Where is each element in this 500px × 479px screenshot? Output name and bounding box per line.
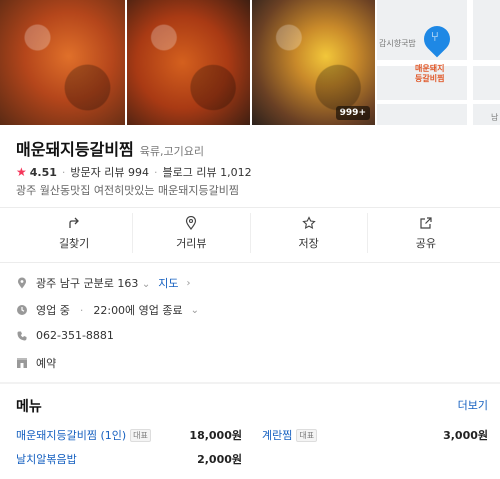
open-status: 영업 중 — [36, 304, 70, 317]
reservation-text: 예약 — [36, 357, 57, 370]
menu-item-price: 3,000원 — [443, 429, 488, 442]
menu-title: 메뉴 — [16, 399, 42, 415]
chevron-down-icon: ⌄ — [190, 304, 200, 316]
phone-row[interactable]: 062-351-8881 — [16, 329, 114, 342]
separator: · — [61, 165, 66, 179]
menu-item[interactable]: 계란찜 대표 — [262, 427, 318, 443]
phone-icon — [17, 331, 27, 340]
street-view-button[interactable]: 거리뷰 — [132, 213, 249, 253]
representative-badge: 대표 — [296, 428, 318, 442]
map-road — [376, 100, 500, 104]
save-button[interactable]: 저장 — [249, 213, 367, 253]
photo-count-badge: 999+ — [335, 106, 370, 120]
chevron-down-icon: ⌄ — [141, 279, 151, 290]
food-photo-1[interactable] — [0, 0, 125, 125]
location-pin-icon — [186, 215, 197, 230]
map-link[interactable]: 지도 — [158, 275, 178, 291]
divider — [0, 207, 500, 208]
place-category: 육류,고기요리 — [139, 145, 204, 158]
separator: · — [154, 165, 158, 179]
photo-strip: 999+ 갑시향국밥 ⑂ 매운돼지 등갈비찜 남 — [0, 0, 500, 125]
directions-icon — [69, 217, 80, 228]
visitor-reviews-link[interactable]: 방문자 리뷰 994 — [70, 164, 149, 180]
divider — [0, 382, 500, 384]
separator: · — [79, 303, 84, 317]
menu-item-name: 계란찜 — [262, 429, 293, 442]
menu-item[interactable]: 매운돼지등갈비찜 (1인) 대표 — [16, 427, 151, 443]
map-thumbnail[interactable]: 갑시향국밥 ⑂ 매운돼지 등갈비찜 남 — [376, 0, 500, 125]
blog-reviews-link[interactable]: 블로그 리뷰 1,012 — [163, 164, 252, 180]
food-photo-2[interactable] — [126, 0, 250, 125]
menu-item-price: 18,000원 — [189, 429, 242, 442]
menu-item-price: 2,000원 — [197, 453, 242, 466]
divider — [0, 262, 500, 263]
share-button[interactable]: 공유 — [366, 213, 484, 253]
directions-button[interactable]: 길찾기 — [16, 213, 132, 253]
place-description: 광주 월산동맛집 여전히맛있는 매운돼지등갈비찜 — [16, 184, 240, 197]
clock-icon — [17, 305, 27, 315]
representative-badge: 대표 — [130, 428, 151, 442]
chevron-right-icon: › — [186, 277, 191, 289]
action-bar: 길찾기 거리뷰 저장 공유 — [16, 213, 484, 253]
fork-knife-icon: ⑂ — [430, 30, 439, 45]
location-pin-icon — [18, 277, 26, 289]
rating-row: ★ 4.51 · 방문자 리뷰 994 · 블로그 리뷰 1,012 — [16, 164, 252, 180]
food-photo-3[interactable]: 999+ — [251, 0, 375, 125]
rating-value: 4.51 — [29, 165, 57, 179]
phone-number: 062-351-8881 — [36, 329, 114, 342]
place-name: 매운돼지등갈비찜 — [16, 140, 134, 159]
star-icon — [301, 215, 316, 229]
menu-item-name: 날치알볶음밥 — [16, 453, 77, 466]
map-road-label: 남 — [490, 113, 499, 122]
share-icon — [420, 216, 432, 229]
map-place-label: 매운돼지 등갈비찜 — [414, 64, 445, 83]
place-title-row: 매운돼지등갈비찜 육류,고기요리 — [16, 136, 204, 160]
menu-item-name: 매운돼지등갈비찜 (1인) — [16, 429, 127, 442]
star-icon: ★ — [16, 165, 27, 179]
menu-item[interactable]: 날치알볶음밥 — [16, 451, 77, 467]
map-road — [466, 0, 473, 125]
address-text[interactable]: 광주 남구 군분로 163 ⌄ — [36, 275, 150, 291]
hours-text: 22:00에 영업 종료 — [93, 304, 183, 317]
address-row: 광주 남구 군분로 163 ⌄ 지도 › — [16, 275, 190, 291]
menu-more-link[interactable]: 더보기 — [458, 397, 488, 413]
map-nearby-label: 갑시향국밥 — [378, 39, 416, 48]
hours-row[interactable]: 영업 중 · 22:00에 영업 종료 ⌄ — [16, 302, 199, 318]
reservation-row[interactable]: 예약 — [16, 355, 56, 371]
reservation-icon — [17, 358, 27, 368]
